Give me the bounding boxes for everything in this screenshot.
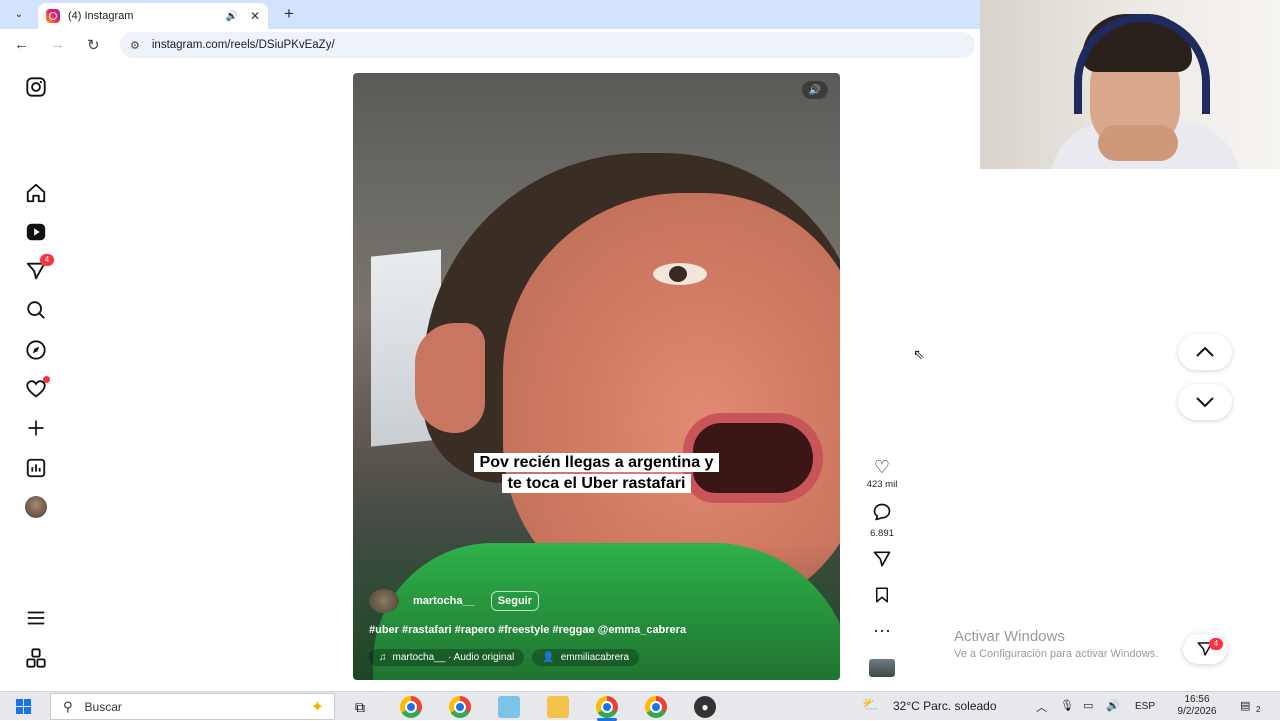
taskbar-search[interactable]: ⚲ Buscar ✦ (50, 693, 335, 720)
reels-icon[interactable] (24, 220, 48, 244)
notes-app-icon[interactable] (498, 696, 520, 718)
obs-app-icon[interactable]: ● (694, 696, 716, 718)
tagged-user-pill[interactable]: 👤 emmiliacabrera (532, 649, 640, 666)
tab-audio-icon[interactable]: 🔊 (225, 11, 237, 22)
reel-meta-row: ♫ martocha__ · Audio original 👤 emmiliacab… (369, 649, 647, 666)
chrome-profile-3-icon[interactable] (596, 696, 618, 718)
home-icon[interactable] (24, 181, 48, 205)
copilot-sparkle-icon: ✦ (310, 698, 324, 716)
caption-line-1: Pov recién llegas a argentina y (473, 453, 720, 472)
notification-center-icon[interactable]: ▤ (1240, 699, 1250, 712)
clock-date: 9/2/2026 (1177, 706, 1217, 717)
task-view-icon[interactable]: ⧉ (349, 696, 371, 718)
url-text: instagram.com/reels/DSiuPKvEaZy/ (151, 39, 335, 51)
author-username[interactable]: martocha__ (413, 595, 475, 607)
show-hidden-icons-chevron-icon[interactable]: ︿ (1036, 699, 1047, 715)
address-bar[interactable]: ⚙ instagram.com/reels/DSiuPKvEaZy/ (120, 32, 975, 58)
author-avatar[interactable] (369, 589, 399, 613)
search-placeholder: Buscar (84, 699, 122, 714)
taskbar-clock[interactable]: 16:56 9/2/2026 (1170, 694, 1224, 718)
clock-time: 16:56 (1184, 694, 1210, 705)
avatar (25, 496, 47, 518)
instagram-logo-icon[interactable] (24, 75, 48, 99)
network-icon[interactable]: ▭ (1083, 699, 1093, 712)
windows-taskbar: ⚲ Buscar ✦ ⧉ ● ⛅ 32°C Parc. soleado ︿ 🎙 … (0, 691, 1280, 721)
forward-arrow-icon[interactable]: → (50, 36, 65, 53)
person-icon: 👤 (542, 652, 555, 663)
reel-video[interactable]: 🔊 Pov recién llegas a argentina y te toc… (353, 73, 840, 680)
next-reel-button[interactable] (1178, 384, 1232, 420)
also-from-meta-icon[interactable] (24, 646, 48, 670)
search-icon[interactable] (24, 298, 48, 322)
weather-text[interactable]: 32°C Parc. soleado (893, 699, 997, 713)
create-plus-icon[interactable] (24, 416, 48, 440)
music-note-icon: ♫ (379, 652, 387, 663)
share-button[interactable] (860, 549, 904, 573)
notification-count: 2 (1256, 705, 1261, 714)
language-indicator[interactable]: ESP (1135, 701, 1155, 712)
comments-count: 6.891 (870, 528, 894, 539)
more-options-button[interactable]: ··· (860, 620, 904, 640)
notification-dot (43, 376, 50, 383)
more-menu-icon[interactable] (24, 606, 48, 630)
comment-button[interactable]: 6.891 (860, 502, 904, 539)
webcam-overlay (980, 0, 1280, 169)
browser-tab-instagram[interactable]: (4) Instagram 🔊 ✕ (38, 3, 268, 29)
watermark-subtitle: Ve a Configuración para activar Windows. (954, 648, 1159, 660)
mute-toggle-icon[interactable]: 🔊 (802, 81, 828, 99)
tab-close-icon[interactable]: ✕ (250, 9, 260, 23)
audio-cover-image (869, 659, 895, 677)
browser-toolbar: ← → ↻ ⚙ instagram.com/reels/DSiuPKvEaZy/ (0, 29, 980, 61)
file-explorer-icon[interactable] (547, 696, 569, 718)
chrome-profile-4-icon[interactable] (645, 696, 667, 718)
like-button[interactable]: ♡ 423 mil (860, 457, 904, 490)
site-settings-icon[interactable]: ⚙ (130, 39, 140, 52)
comment-bubble-icon (860, 502, 904, 526)
instagram-sidebar: 4 (0, 61, 72, 691)
messages-fab-badge: 4 (1209, 638, 1223, 650)
tab-title: (4) Instagram (68, 10, 134, 22)
profile-avatar[interactable] (24, 495, 48, 519)
weather-icon[interactable]: ⛅ (862, 696, 879, 713)
chevron-down-icon (1196, 397, 1214, 408)
notifications-heart-icon[interactable] (24, 376, 50, 401)
audio-label: martocha__ · Audio original (392, 652, 515, 663)
reel-hashtags[interactable]: #uber #rastafari #rapero #freestyle #reg… (369, 624, 686, 636)
windows-start-icon[interactable] (16, 699, 31, 714)
audio-pill[interactable]: ♫ martocha__ · Audio original (369, 649, 525, 666)
caption-line-2: te toca el Uber rastafari (501, 474, 692, 493)
volume-icon[interactable]: 🔊 (1106, 699, 1120, 712)
likes-count: 423 mil (866, 479, 898, 490)
messages-badge: 4 (40, 254, 54, 266)
tab-search-chevron-icon[interactable]: ⌄ (10, 6, 28, 22)
more-dots-icon: ··· (873, 620, 891, 640)
reload-icon[interactable]: ↻ (87, 36, 100, 54)
microphone-icon[interactable]: 🎙 (1060, 699, 1074, 712)
instagram-favicon-icon (46, 9, 60, 23)
search-icon: ⚲ (63, 698, 73, 714)
audio-thumbnail[interactable] (860, 659, 904, 677)
follow-button[interactable]: Seguir (490, 591, 539, 611)
chrome-app-icon[interactable] (400, 696, 422, 718)
save-button[interactable] (860, 585, 904, 609)
chrome-profile-2-icon[interactable] (449, 696, 471, 718)
chevron-up-icon (1196, 346, 1214, 357)
share-paper-plane-icon (860, 549, 904, 573)
messages-floating-button[interactable]: 4 (1183, 634, 1227, 664)
mouse-cursor-icon: ⇖ (913, 346, 925, 362)
messages-icon[interactable]: 4 (24, 254, 54, 283)
video-caption: Pov recién llegas a argentina y te toca … (353, 452, 840, 494)
windows-activation-watermark: Activar Windows Ve a Configuración para … (954, 628, 1158, 660)
reel-author: martocha__ Seguir (369, 589, 539, 613)
like-heart-icon: ♡ (873, 457, 891, 477)
watermark-title: Activar Windows (954, 628, 1065, 645)
new-tab-plus-icon[interactable]: + (284, 4, 294, 24)
tagged-user: emmiliacabrera (560, 652, 630, 663)
bookmark-icon (860, 585, 904, 609)
previous-reel-button[interactable] (1178, 334, 1232, 370)
explore-compass-icon[interactable] (24, 338, 48, 362)
dashboard-icon[interactable] (24, 456, 48, 480)
back-arrow-icon[interactable]: ← (14, 36, 29, 53)
